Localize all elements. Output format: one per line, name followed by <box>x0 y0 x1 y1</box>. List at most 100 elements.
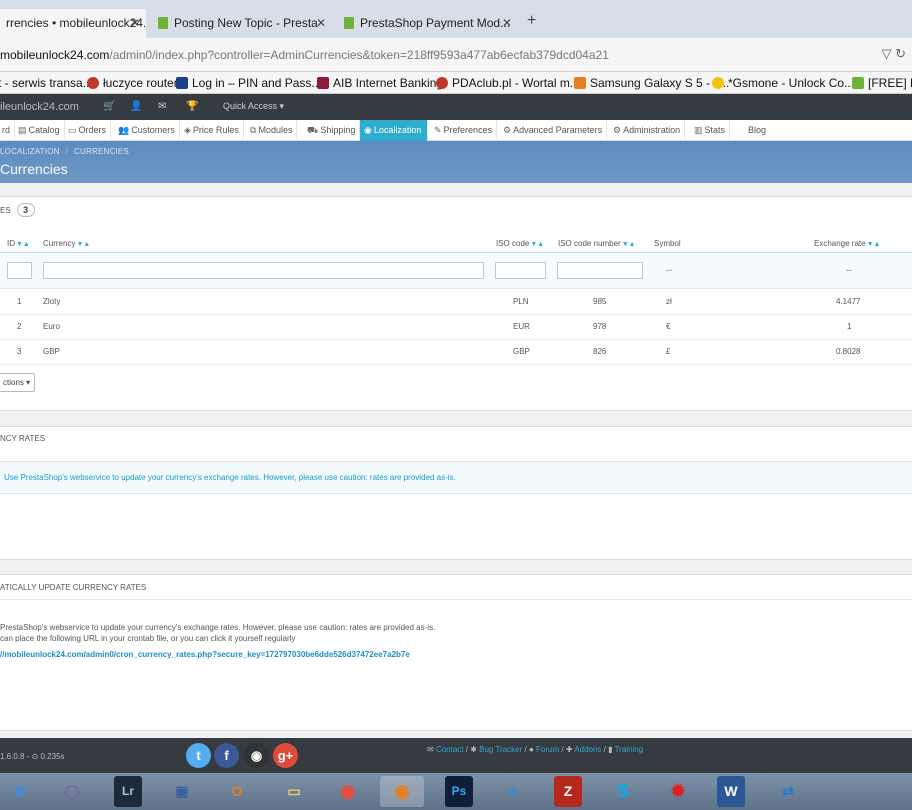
viber-icon[interactable]: ◯ <box>56 776 88 807</box>
table-row[interactable]: 2 Euro EUR 978 € 1 <box>0 315 912 340</box>
cell-symbol: £ <box>666 347 671 356</box>
cell-id: 1 <box>17 297 22 306</box>
menu-orders[interactable]: ▭ Orders <box>64 120 112 141</box>
users-icon: 👥 <box>118 125 130 135</box>
cell-symbol: € <box>666 322 671 331</box>
footer-link-contact[interactable]: Contact <box>436 745 464 754</box>
cell-id: 3 <box>17 347 22 356</box>
table-row[interactable]: 3 GBP GBP 826 £ 0.8028 <box>0 340 912 365</box>
menu-advanced-parameters[interactable]: ⚙ Advanced Parameters <box>499 120 608 141</box>
menu-modules[interactable]: ⧉ Modules <box>246 120 298 141</box>
site-name[interactable]: ileunlock24.com <box>0 101 79 113</box>
xda-icon <box>574 77 586 89</box>
bookmark-item[interactable]: *Gsmone - Unlock Co... <box>712 76 854 90</box>
github-icon[interactable]: ◉ <box>244 743 269 768</box>
menu-administration[interactable]: ⚙ Administration <box>609 120 686 141</box>
auto-update-instruction: can place the following URL in your cron… <box>0 634 296 643</box>
table-row[interactable]: 1 Zloty PLN 985 zł 4.1477 <box>0 290 912 315</box>
trophy-icon[interactable]: 🏆 <box>186 101 198 112</box>
close-tab-icon[interactable]: ✕ <box>130 9 140 38</box>
ie-icon[interactable]: e <box>4 776 36 807</box>
col-header-id[interactable]: ID▼▲ <box>7 239 30 248</box>
cog-icon: ⚙ <box>613 125 622 135</box>
menu-preferences[interactable]: ✎ Preferences <box>430 120 498 141</box>
cell-symbol: zł <box>666 297 672 306</box>
photoshop-icon[interactable]: Ps <box>445 776 473 807</box>
tab-title: rrencies • mobileunlock24.c <box>6 16 146 30</box>
panel-heading: NCY RATES <box>0 434 46 443</box>
menu-stats[interactable]: ▥ Stats <box>690 120 731 141</box>
footer-links: ✉ Contact / ✱ Bug Tracker / ● Forum / ✚ … <box>427 745 644 754</box>
cart-icon[interactable]: 🛒 <box>103 101 115 112</box>
sort-arrows-icon: ▼▲ <box>530 241 545 248</box>
google-plus-icon[interactable]: g+ <box>273 743 298 768</box>
close-tab-icon[interactable]: ✕ <box>502 9 512 38</box>
bookmark-item[interactable]: PDAclub.pl - Wortal m... <box>436 76 580 90</box>
footer-link-training[interactable]: Training <box>615 745 644 754</box>
comments-icon: ● <box>528 745 534 754</box>
bug-icon: ✱ <box>470 745 477 754</box>
facebook-icon[interactable]: f <box>214 743 239 768</box>
menu-blog[interactable]: Blog <box>744 120 770 141</box>
antivirus-icon[interactable]: ✹ <box>662 776 694 807</box>
cell-iso: PLN <box>513 297 529 306</box>
teamviewer-icon[interactable]: ⇄ <box>772 776 804 807</box>
menu-localization[interactable]: ◉ Localization <box>360 120 428 141</box>
bookmark-item[interactable]: łuczyce router <box>87 76 178 90</box>
sort-arrows-icon: ▼▲ <box>16 241 30 248</box>
bookmark-item[interactable]: Samsung Galaxy S 5 - x... <box>574 76 729 90</box>
firefox-icon[interactable]: ◉ <box>380 776 424 807</box>
footer-link-forum[interactable]: Forum <box>536 745 559 754</box>
folder-icon[interactable]: ▭ <box>278 776 310 807</box>
filter-iso-number-input[interactable] <box>557 262 643 279</box>
filter-currency-input[interactable] <box>43 262 484 279</box>
cell-exchange-rate: 4.1477 <box>836 297 861 306</box>
col-header-iso-number[interactable]: ISO code number▼▲ <box>558 239 636 248</box>
cell-exchange-rate: 0.8028 <box>836 347 861 356</box>
browser-tab-active[interactable]: rrencies • mobileunlock24.c ✕ <box>0 9 146 38</box>
browser-tab[interactable]: PrestaShop Payment Mod... ✕ <box>334 9 518 38</box>
twitter-icon[interactable]: t <box>186 743 211 768</box>
bulk-actions-button[interactable]: ctions ▾ <box>0 373 36 392</box>
menu-price-rules[interactable]: ◈ Price Rules <box>180 120 244 141</box>
chrome-icon[interactable]: ◉ <box>332 776 364 807</box>
bookmark-item[interactable]: [FREE] HT <box>852 76 912 90</box>
col-header-currency[interactable]: Currency▼▲ <box>43 239 90 248</box>
quick-access-dropdown[interactable]: Quick Access ▾ <box>223 101 284 112</box>
skype-icon[interactable]: S <box>607 776 639 807</box>
mail-icon[interactable]: ✉ <box>158 101 166 112</box>
word-icon[interactable]: W <box>717 776 745 807</box>
count-badge: 3 <box>16 203 35 217</box>
menu-shipping[interactable]: ⛟ Shipping <box>303 120 361 141</box>
plane-icon[interactable]: ✈ <box>497 776 529 807</box>
menu-customers[interactable]: 👥 Customers <box>114 120 180 141</box>
truck-icon: ⛟ <box>307 125 319 135</box>
menu-catalog[interactable]: ▤ Catalog <box>14 120 65 141</box>
col-header-exchange-rate[interactable]: Exchange rate▼▲ <box>814 239 880 248</box>
lightroom-icon[interactable]: Lr <box>114 776 142 807</box>
new-tab-button[interactable]: + <box>527 12 536 30</box>
bookmark-item[interactable]: t - serwis transa... <box>0 76 93 90</box>
catalog-icon: ▤ <box>18 125 27 135</box>
footer-link-addons[interactable]: Addons <box>574 745 601 754</box>
breadcrumb-parent[interactable]: LOCALIZATION <box>0 147 60 156</box>
browser-tab[interactable]: Posting New Topic - Presta ✕ <box>148 9 332 38</box>
address-bar[interactable]: mobileunlock24.com/admin0/index.php?cont… <box>0 38 912 72</box>
filter-iso-input[interactable] <box>495 262 546 279</box>
sort-arrows-icon: ▼▲ <box>621 241 636 248</box>
bookmark-item[interactable]: Log in – PIN and Pass... <box>176 76 321 90</box>
url-text[interactable]: mobileunlock24.com/admin0/index.php?cont… <box>0 48 609 62</box>
url-dropdown-icon[interactable]: ▽ ↻ <box>881 46 906 62</box>
filter-id-input[interactable] <box>7 262 32 279</box>
bookmark-item[interactable]: AIB Internet Banking <box>317 76 443 90</box>
cell-iso: EUR <box>513 322 530 331</box>
filezilla-icon[interactable]: Z <box>554 776 582 807</box>
col-header-iso[interactable]: ISO code▼▲ <box>496 239 544 248</box>
menu-dashboard[interactable]: rd <box>0 120 16 141</box>
user-icon[interactable]: 👤 <box>130 101 142 112</box>
save-floppy-icon[interactable]: ▣ <box>166 776 198 807</box>
outlook-icon[interactable]: O <box>221 776 253 807</box>
cron-url-link[interactable]: //mobileunlock24.com/admin0/cron_currenc… <box>0 650 410 659</box>
footer-link-bug-tracker[interactable]: Bug Tracker <box>479 745 522 754</box>
close-tab-icon[interactable]: ✕ <box>316 9 326 38</box>
